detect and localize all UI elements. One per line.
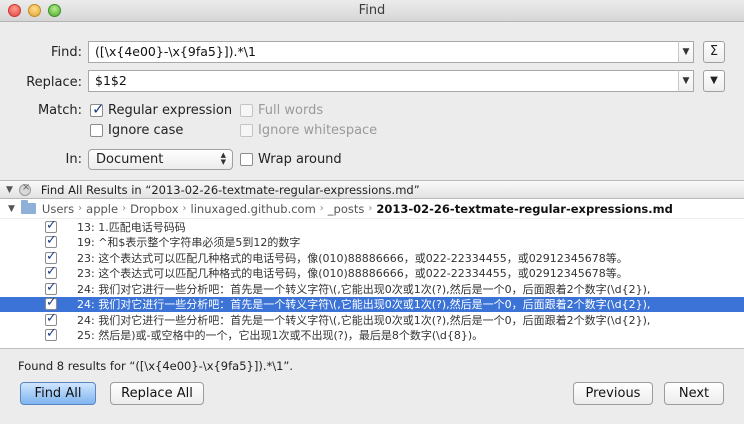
path-crumb-file: 2013-02-26-textmate-regular-expressions.… bbox=[376, 201, 673, 216]
checkmark-icon: ✓ bbox=[46, 250, 57, 264]
replace-all-button[interactable]: Replace All bbox=[110, 382, 204, 405]
result-checkbox[interactable]: ✓ bbox=[45, 312, 57, 326]
result-row-selected[interactable]: ✓ 24: 我们对它进行一些分析吧：首先是一个转义字符\(,它能出现0次或1次(… bbox=[0, 296, 744, 312]
result-row[interactable]: ✓ 25: 然后是)或-或空格中的一个，它出现1次或不出现(?)，最后是8个数字… bbox=[0, 328, 744, 344]
result-row[interactable]: ✓ 13: 1.匹配电话号码码 bbox=[0, 219, 744, 235]
find-history-dropdown[interactable]: ▼ bbox=[678, 41, 694, 63]
path-crumb: Users bbox=[41, 201, 75, 216]
result-checkbox[interactable]: ✓ bbox=[45, 296, 57, 311]
path-crumb: apple bbox=[86, 201, 119, 216]
sigma-button[interactable]: Σ bbox=[703, 41, 725, 63]
path-separator-icon: › bbox=[319, 203, 324, 214]
regular-expression-checkbox[interactable]: ✓ Regular expression bbox=[90, 100, 232, 118]
path-crumb: Dropbox bbox=[130, 201, 179, 216]
disclosure-triangle-icon[interactable]: ▼ bbox=[6, 185, 13, 195]
ignore-case-checkbox[interactable]: Ignore case bbox=[90, 123, 183, 138]
scope-popup[interactable]: Document ▲ ▼ bbox=[88, 149, 233, 170]
chevron-down-icon: ▼ bbox=[682, 47, 690, 57]
in-label: In: bbox=[65, 152, 82, 167]
replace-label: Replace: bbox=[26, 75, 82, 90]
result-row[interactable]: ✓ 24: 我们对它进行一些分析吧：首先是一个转义字符\(,它能出现0次或1次(… bbox=[0, 312, 744, 328]
result-row[interactable]: ✓ 19: ^和$表示整个字符串必须是5到12的数字 bbox=[0, 235, 744, 251]
result-checkbox[interactable]: ✓ bbox=[45, 281, 57, 295]
result-checkbox[interactable]: ✓ bbox=[45, 250, 57, 264]
next-button[interactable]: Next bbox=[664, 382, 724, 405]
results-list[interactable]: ▼ Users › apple › Dropbox › linuxaged.githu… bbox=[0, 199, 744, 349]
path-separator-icon: › bbox=[122, 203, 127, 214]
checkmark-icon: ✓ bbox=[46, 219, 57, 233]
find-window: Find Find: ([\x{4e00}-\x{9fa5}]).*\1 ▼ Σ… bbox=[0, 0, 744, 424]
results-status: Found 8 results for “([\x{4e00}-\x{9fa5}… bbox=[18, 359, 294, 373]
path-separator-icon: › bbox=[182, 203, 187, 214]
results-header-bar: ▼ Find All Results in “2013-02-26-textma… bbox=[0, 180, 744, 199]
checkmark-icon: ✓ bbox=[46, 327, 57, 342]
checkmark-icon: ✓ bbox=[46, 265, 57, 280]
disclosure-triangle-icon[interactable]: ▼ bbox=[8, 204, 15, 214]
previous-button[interactable]: Previous bbox=[573, 382, 653, 405]
checkmark-icon: ✓ bbox=[46, 281, 57, 295]
result-row[interactable]: ✓ 23: 这个表达式可以匹配几种格式的电话号码，像(010)88886666，… bbox=[0, 250, 744, 266]
results-header-text: Find All Results in “2013-02-26-textmate… bbox=[40, 182, 420, 197]
updown-arrows-icon: ▲ ▼ bbox=[220, 151, 226, 166]
path-crumb: _posts bbox=[327, 201, 365, 216]
checkmark-icon: ✓ bbox=[46, 312, 57, 326]
match-label: Match: bbox=[37, 103, 82, 118]
title-bar: Find bbox=[0, 0, 744, 22]
find-input[interactable]: ([\x{4e00}-\x{9fa5}]).*\1 bbox=[88, 41, 680, 63]
results-path-row[interactable]: ▼ Users › apple › Dropbox › linuxaged.githu… bbox=[0, 199, 744, 219]
stop-icon[interactable] bbox=[18, 182, 31, 196]
replace-history-dropdown[interactable]: ▼ bbox=[678, 70, 694, 92]
result-row[interactable]: ✓ 24: 我们对它进行一些分析吧：首先是一个转义字符\(,它能出现0次或1次(… bbox=[0, 281, 744, 297]
result-checkbox[interactable]: ✓ bbox=[45, 265, 57, 280]
wrap-around-checkbox[interactable]: Wrap around bbox=[240, 152, 342, 167]
window-title: Find bbox=[358, 3, 386, 18]
result-checkbox[interactable]: ✓ bbox=[45, 327, 57, 342]
replace-input[interactable]: $1$2 bbox=[88, 70, 680, 92]
replace-menu-button[interactable]: ▼ bbox=[703, 70, 725, 92]
find-label: Find: bbox=[50, 45, 82, 60]
checkmark-icon: ✓ bbox=[92, 100, 105, 118]
path-crumb: linuxaged.github.com bbox=[190, 201, 316, 216]
full-words-checkbox[interactable]: Full words bbox=[240, 103, 323, 118]
result-row[interactable]: ✓ 23: 这个表达式可以匹配几种格式的电话号码，像(010)88886666，… bbox=[0, 266, 744, 282]
ignore-whitespace-checkbox[interactable]: Ignore whitespace bbox=[240, 123, 377, 138]
path-separator-icon: › bbox=[368, 203, 373, 214]
result-checkbox[interactable]: ✓ bbox=[45, 219, 57, 233]
path-separator-icon: › bbox=[78, 203, 83, 214]
folder-icon bbox=[20, 200, 36, 214]
checkmark-icon: ✓ bbox=[46, 296, 57, 311]
checkmark-icon: ✓ bbox=[46, 234, 57, 249]
chevron-down-icon: ▼ bbox=[682, 76, 690, 86]
find-all-button[interactable]: Find All bbox=[20, 382, 96, 405]
result-checkbox[interactable]: ✓ bbox=[45, 234, 57, 249]
